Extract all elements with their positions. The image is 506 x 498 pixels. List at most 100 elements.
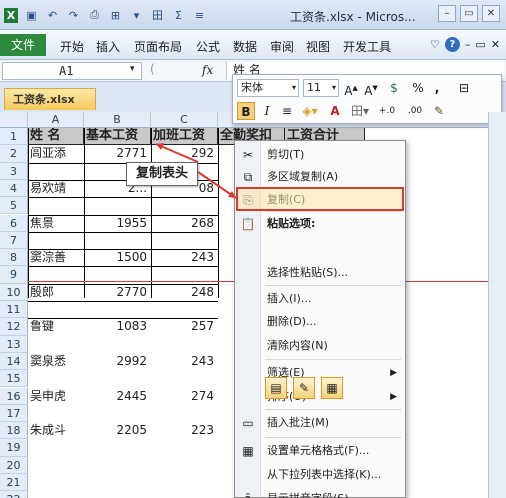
window-close-button[interactable]: ✕ — [482, 5, 500, 22]
row-header[interactable]: 18 — [0, 422, 28, 440]
row-header[interactable]: 17 — [0, 404, 28, 423]
context-menu-item[interactable]: 插入(I)... — [235, 288, 405, 310]
fill-color-icon[interactable]: ◈▾ — [299, 102, 321, 120]
cell-overtime[interactable]: 243 — [151, 249, 218, 266]
header-cell-base-salary[interactable]: 基本工资 — [84, 128, 151, 145]
context-menu-item[interactable]: 选择性粘贴(S)... — [235, 262, 405, 284]
row-header[interactable]: 19 — [0, 439, 28, 457]
grow-font-icon[interactable]: A▲ — [343, 79, 359, 98]
tab-insert[interactable]: 插入 — [96, 38, 120, 55]
column-header-c[interactable]: C — [151, 112, 218, 128]
row-header[interactable]: 12 — [0, 318, 28, 336]
tab-developer[interactable]: 开发工具 — [343, 38, 391, 55]
borders-icon[interactable]: 田▾ — [349, 102, 371, 120]
cell-overtime[interactable]: 243 — [151, 353, 218, 370]
context-menu-item[interactable]: 排序(O)▶ — [235, 386, 405, 408]
format-painter-grid-icon[interactable]: ⊟ — [455, 79, 473, 97]
print-preview-icon[interactable]: ⎙ — [87, 8, 102, 23]
ribbon-minimize-icon[interactable]: – — [465, 38, 471, 51]
paste-option-picture-icon[interactable]: ▦ — [321, 377, 343, 399]
row-header[interactable]: 14 — [0, 352, 28, 371]
percent-style-button[interactable]: % — [411, 79, 425, 97]
context-menu-item[interactable]: ✂ 剪切(T) — [235, 144, 405, 166]
tab-review[interactable]: 审阅 — [270, 38, 294, 55]
column-header-a[interactable]: A — [28, 112, 84, 128]
sum-icon[interactable]: Σ — [171, 8, 186, 23]
increase-decimal-button[interactable]: +.0 — [375, 102, 399, 120]
undo-icon[interactable]: ↶ — [45, 8, 60, 23]
font-color-button[interactable]: A — [325, 102, 345, 120]
row-header[interactable]: 6 — [0, 214, 28, 232]
row-header[interactable]: 7 — [0, 231, 28, 250]
ribbon-close-icon[interactable]: ✕ — [491, 38, 500, 51]
cell-overtime[interactable]: 223 — [151, 422, 218, 439]
row-header[interactable]: 1 — [0, 128, 28, 146]
file-tab[interactable]: 文件 — [0, 34, 46, 56]
cell-name[interactable]: 焦景 — [28, 215, 84, 232]
ribbon-restore-icon[interactable]: ▭ — [475, 38, 485, 51]
context-menu-item[interactable]: 筛选(E) ▶ — [235, 362, 405, 384]
help-icon[interactable]: ? — [444, 37, 460, 52]
layout-icon[interactable]: ⊞ — [108, 8, 123, 23]
row-header[interactable]: 8 — [0, 249, 28, 267]
row-header[interactable]: 16 — [0, 387, 28, 405]
context-menu-item[interactable]: 从下拉列表中选择(K)... — [235, 464, 405, 486]
workbook-tab[interactable]: 工资条.xlsx — [4, 88, 96, 110]
row-header[interactable]: 9 — [0, 266, 28, 284]
paste-option-formulas-icon[interactable]: ✎ — [293, 377, 315, 399]
align-icon[interactable]: ≡ — [192, 8, 207, 23]
heart-icon[interactable]: ♡ — [430, 38, 440, 51]
cell-name[interactable]: 吴申虎 — [28, 388, 84, 405]
tab-page-layout[interactable]: 页面布局 — [134, 38, 182, 55]
cell-name[interactable]: 殷郎 — [28, 284, 84, 301]
window-maximize-button[interactable]: ▭ — [460, 5, 478, 22]
row-header[interactable]: 10 — [0, 283, 28, 301]
cell-name[interactable]: 窦淙善 — [28, 249, 84, 266]
function-icon[interactable]: fx — [202, 63, 213, 77]
vertical-scrollbar[interactable] — [488, 112, 506, 498]
cell-name[interactable]: 易欢靖 — [28, 180, 84, 197]
decrease-decimal-button[interactable]: .00 — [403, 102, 427, 120]
row-header[interactable]: 2 — [0, 145, 28, 163]
select-all-corner[interactable] — [0, 112, 28, 128]
row-header[interactable]: 11 — [0, 301, 28, 319]
paste-option-all-icon[interactable]: ▤ — [265, 377, 287, 399]
redo-icon[interactable]: ↷ — [66, 8, 81, 23]
cell-base-salary[interactable]: 2205 — [84, 422, 151, 439]
cell-base-salary[interactable]: 1083 — [84, 318, 151, 335]
filter-icon[interactable]: ▾ — [129, 8, 144, 23]
tab-formulas[interactable]: 公式 — [196, 38, 220, 55]
row-header[interactable]: 13 — [0, 335, 28, 353]
header-cell-name[interactable]: 姓 名 — [28, 128, 84, 145]
context-menu-item[interactable]: 删除(D)... — [235, 311, 405, 333]
cell-name[interactable]: 朱成斗 — [28, 422, 84, 439]
row-header[interactable]: 20 — [0, 456, 28, 474]
borders-icon[interactable]: 田 — [150, 8, 165, 23]
cell-name[interactable]: 窦泉悉 — [28, 353, 84, 370]
column-header-b[interactable]: B — [84, 112, 151, 128]
align-center-button[interactable]: ≡ — [279, 102, 295, 120]
context-menu-item[interactable]: ▭ 插入批注(M) — [235, 412, 405, 434]
cell-base-salary[interactable]: 2770 — [84, 284, 151, 301]
save-icon[interactable]: ▣ — [24, 8, 39, 23]
context-menu-item[interactable]: 清除内容(N) — [235, 335, 405, 357]
cell-overtime[interactable]: 248 — [151, 284, 218, 301]
formula-bar-expand-icon[interactable]: ( — [150, 62, 155, 76]
format-painter-icon[interactable]: ✎ — [431, 102, 447, 120]
row-header[interactable]: 5 — [0, 197, 28, 215]
cell-base-salary[interactable]: 2992 — [84, 353, 151, 370]
shrink-font-icon[interactable]: A▼ — [363, 79, 379, 98]
cell-base-salary[interactable]: 1500 — [84, 249, 151, 266]
row-header[interactable]: 22 — [0, 491, 28, 498]
cell-overtime[interactable]: 257 — [151, 318, 218, 335]
cell-base-salary[interactable]: 2771 — [84, 145, 151, 162]
font-size-dropdown-icon[interactable]: ▾ — [329, 79, 339, 97]
cell-name[interactable]: 鲁键 — [28, 318, 84, 335]
cell-name[interactable]: 闾亚添 — [28, 145, 84, 162]
name-box-dropdown-icon[interactable]: ▾ — [130, 64, 135, 74]
bold-button[interactable]: B — [237, 102, 255, 120]
context-menu-item[interactable]: ā 显示拼音字段(S) — [235, 488, 405, 498]
row-header[interactable]: 21 — [0, 474, 28, 492]
context-menu-item[interactable]: ▦ 设置单元格格式(F)... — [235, 440, 405, 462]
row-header[interactable]: 3 — [0, 162, 28, 180]
